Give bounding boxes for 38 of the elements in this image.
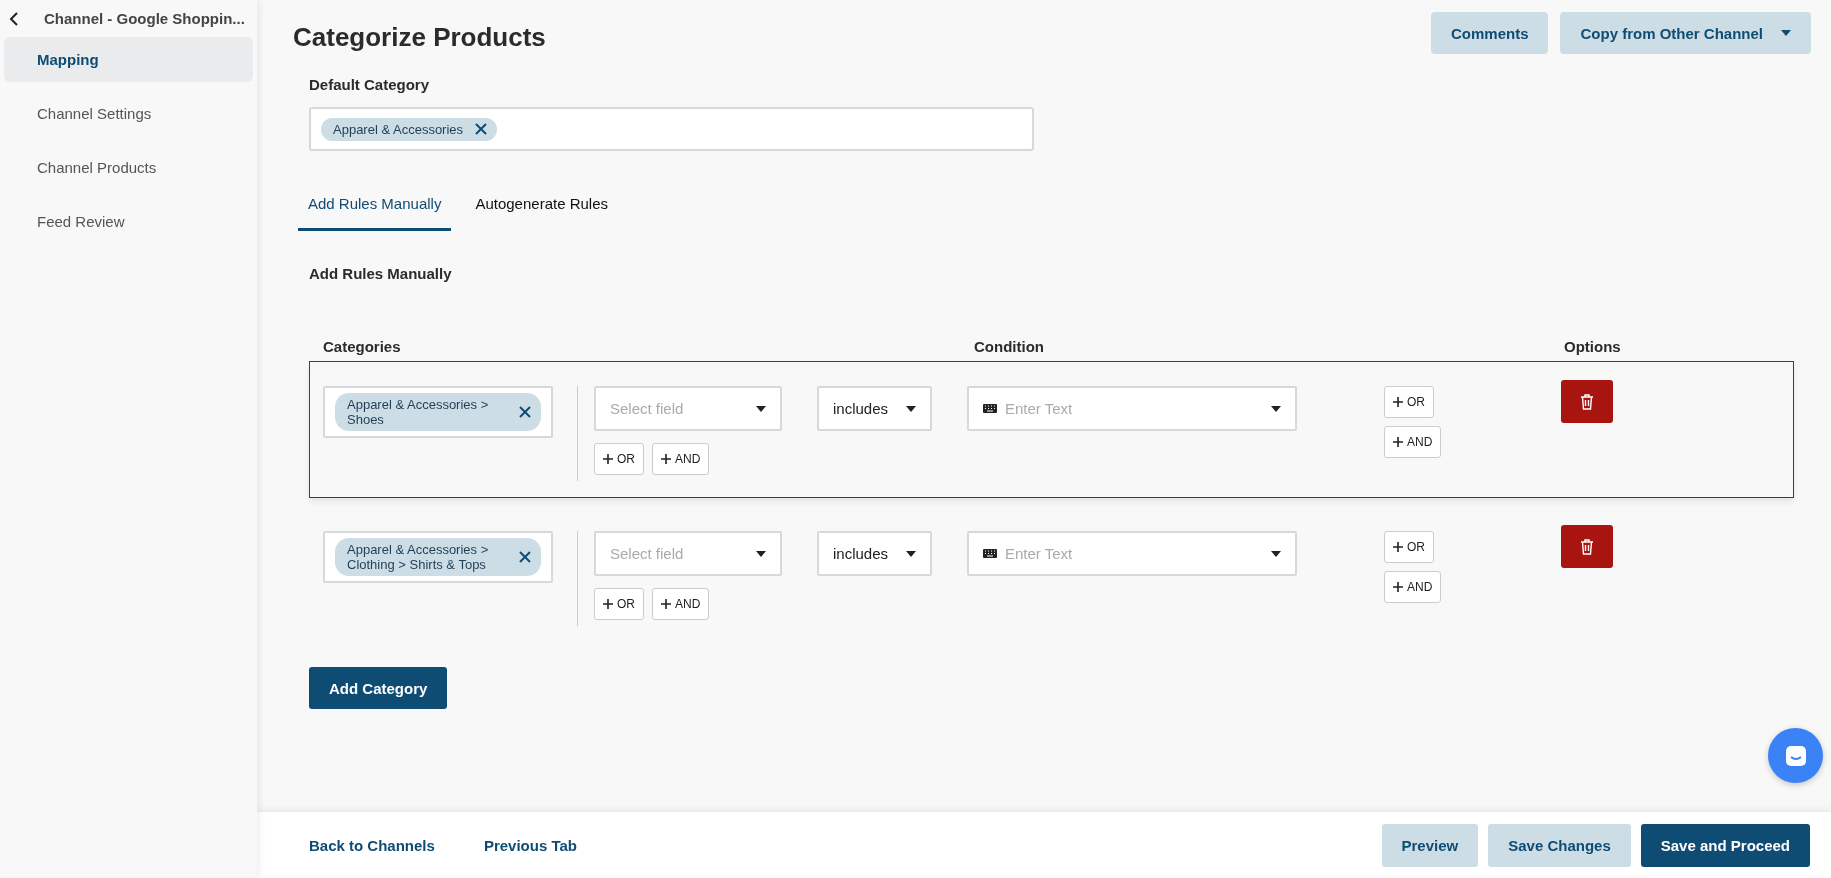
tab[interactable]: Add Rules Manually bbox=[298, 181, 452, 231]
tab[interactable]: Autogenerate Rules bbox=[465, 181, 618, 231]
column-header: Options bbox=[1564, 338, 1622, 355]
footer-link[interactable]: Back to Channels bbox=[309, 836, 435, 854]
add-condition-button[interactable]: OR bbox=[594, 443, 644, 475]
operator-dropdown[interactable]: includes bbox=[817, 531, 932, 576]
footer-button[interactable]: Save Changes bbox=[1488, 823, 1631, 867]
add-condition-button[interactable]: AND bbox=[1384, 426, 1442, 458]
footer-button[interactable]: Preview bbox=[1381, 823, 1479, 867]
add-condition-button[interactable]: OR bbox=[1384, 531, 1434, 563]
footer-button[interactable]: Save and Proceed bbox=[1640, 823, 1810, 867]
add-condition-button[interactable]: AND bbox=[1384, 571, 1442, 603]
category-tag: Apparel & Accessories > Shoes bbox=[335, 393, 541, 431]
sidebar-item[interactable]: Mapping bbox=[4, 37, 253, 82]
category-input-field[interactable]: Apparel & Accessories > Clothing > Shirts & Tops bbox=[323, 531, 553, 583]
field-label: Default Category bbox=[309, 76, 431, 93]
category-tag: Apparel & Accessories > Clothing > Shirts & Tops bbox=[335, 538, 541, 576]
column-header: Condition bbox=[973, 338, 1045, 355]
category-input-field[interactable]: Apparel & Accessories bbox=[309, 107, 1034, 151]
copy-dropdown-button[interactable]: Copy from Other Channel bbox=[1560, 12, 1811, 54]
add-condition-button[interactable]: AND bbox=[652, 588, 710, 620]
section-heading: Add Rules Manually bbox=[309, 265, 453, 282]
operator-dropdown[interactable]: includes bbox=[817, 386, 932, 431]
column-header: Categories bbox=[323, 338, 402, 355]
sidebar-item[interactable]: Feed Review bbox=[4, 199, 253, 244]
sidebar-item[interactable]: Channel Settings bbox=[4, 91, 253, 136]
add-condition-button[interactable]: AND bbox=[652, 443, 710, 475]
footer-link[interactable]: Previous Tab bbox=[483, 836, 577, 854]
sidebar-item[interactable]: Channel Products bbox=[4, 145, 253, 190]
page-title: Categorize Products bbox=[293, 21, 546, 53]
add-category-button[interactable]: Add Category bbox=[309, 667, 448, 709]
category-tag: Apparel & Accessories bbox=[321, 117, 498, 141]
comments-button[interactable]: Comments bbox=[1430, 12, 1549, 54]
rule-row[interactable]: Apparel & Accessories > Shoes Select field includes Enter Text OR AND OR AND bbox=[309, 361, 1794, 498]
channel-title: Channel - Google Shoppin... bbox=[44, 10, 245, 27]
add-condition-button[interactable]: OR bbox=[594, 588, 644, 620]
category-input-field[interactable]: Apparel & Accessories > Shoes bbox=[323, 386, 553, 438]
add-condition-button[interactable]: OR bbox=[1384, 386, 1434, 418]
